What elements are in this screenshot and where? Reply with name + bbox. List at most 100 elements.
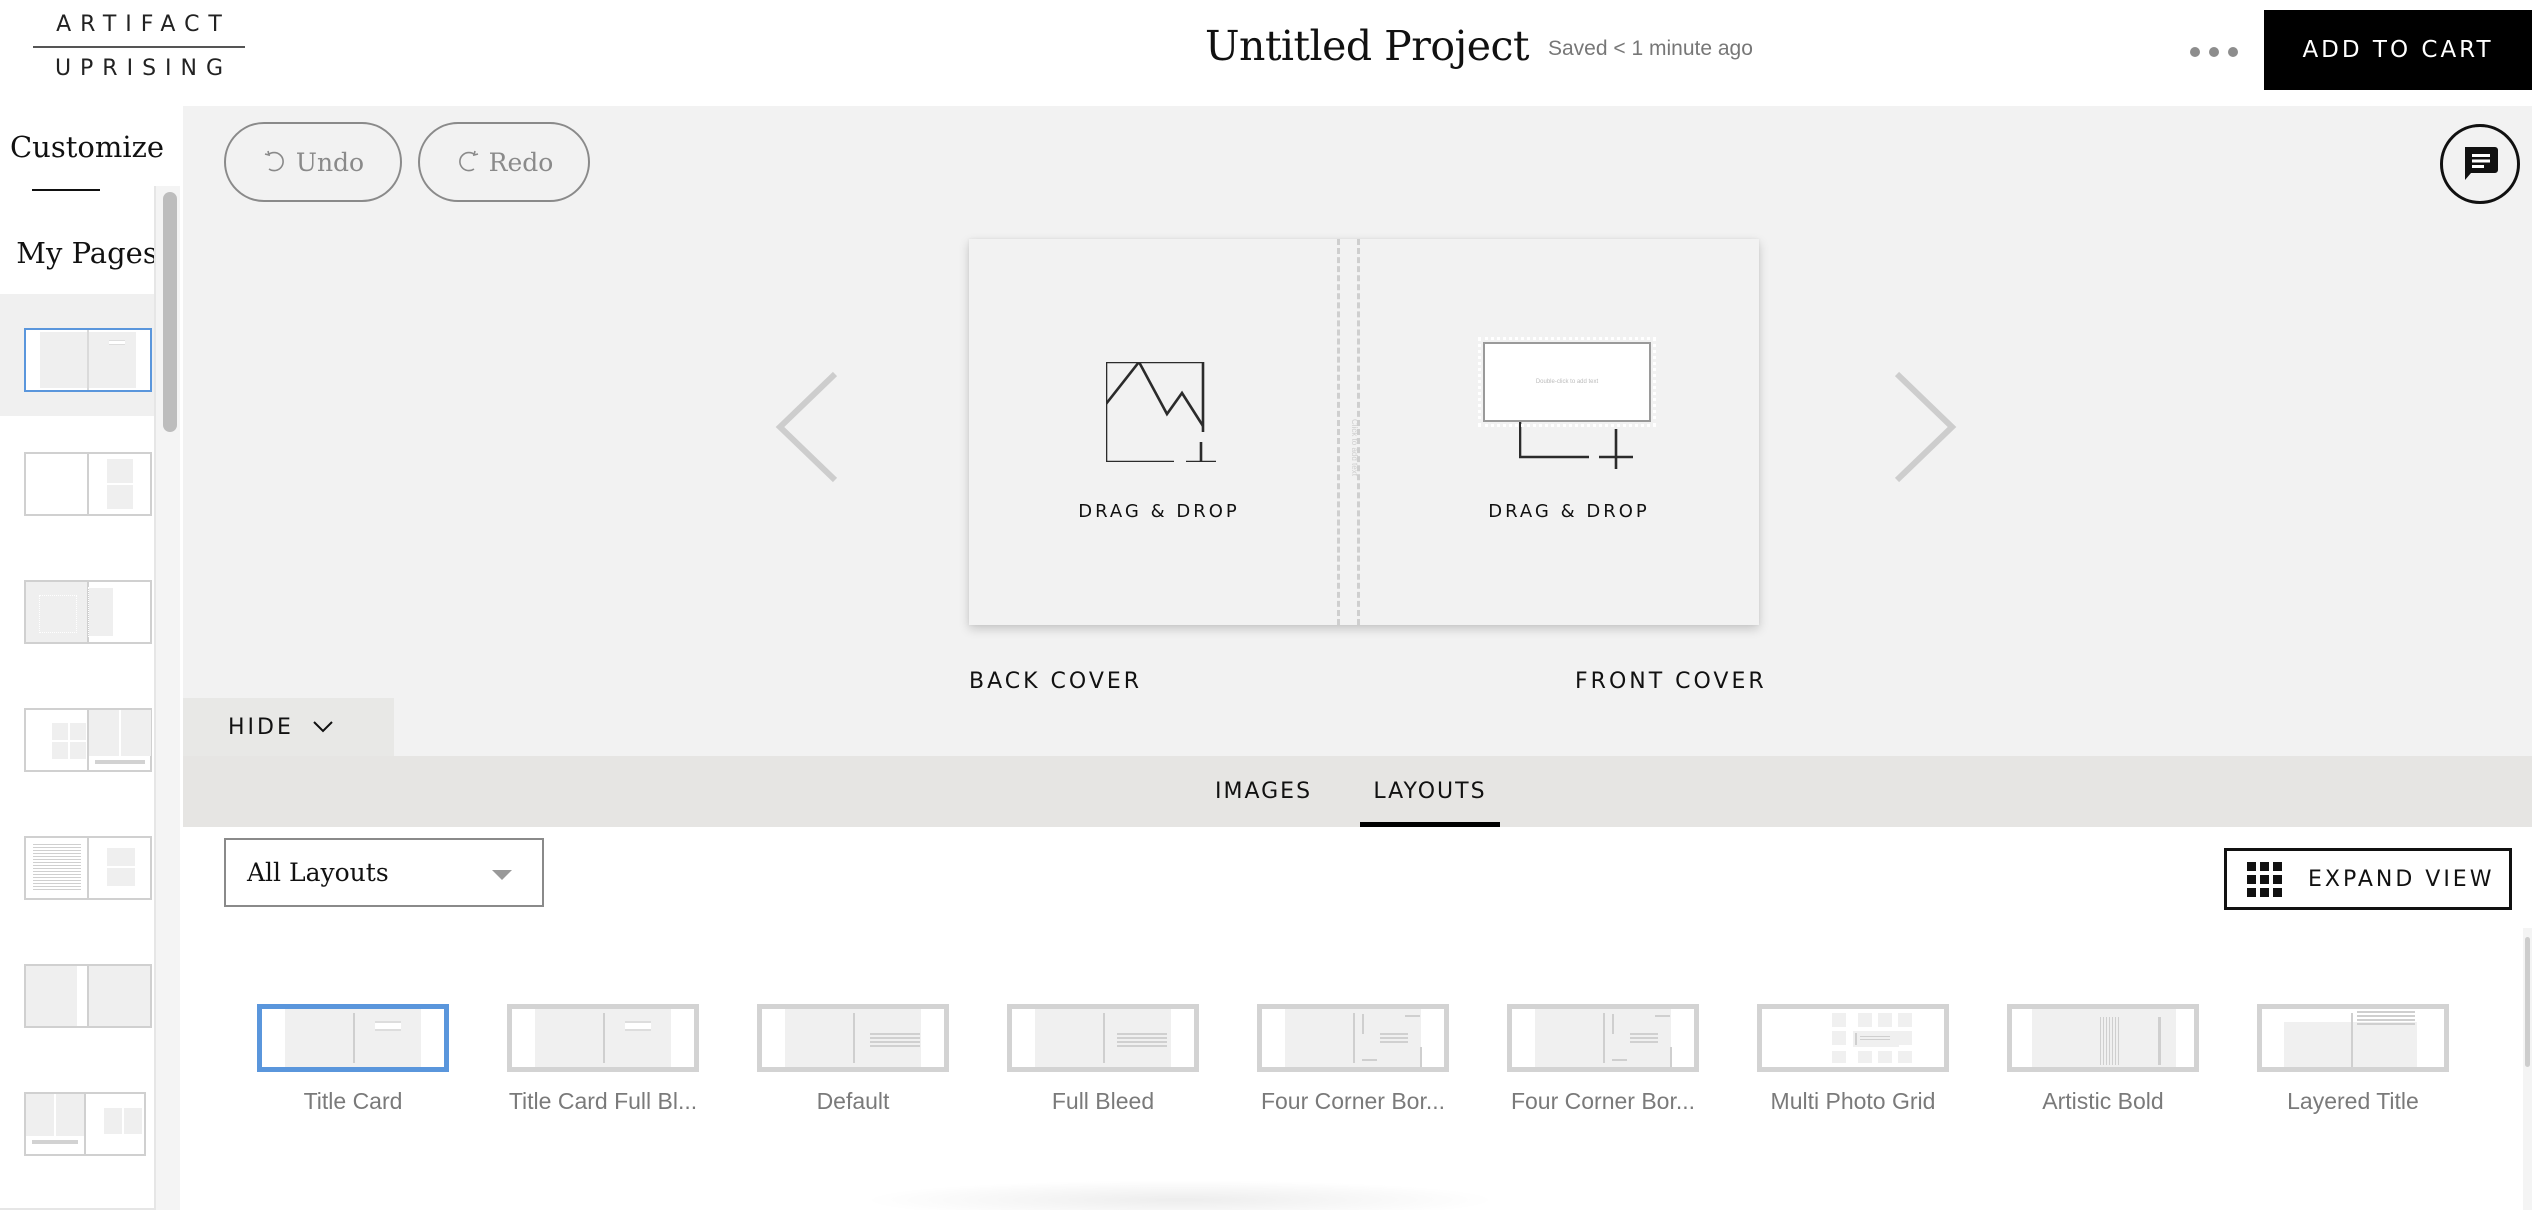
fold-line <box>603 1013 605 1063</box>
page-thumbnail <box>24 328 152 392</box>
photo-placeholder <box>123 1107 143 1135</box>
layout-name: Default <box>816 1088 890 1114</box>
corner-mark <box>1612 1059 1627 1061</box>
corner-mark <box>1362 1014 1364 1034</box>
text-column-placeholder <box>2100 1017 2120 1065</box>
dot <box>2209 47 2219 57</box>
redo-label: Redo <box>488 147 554 177</box>
fold-line <box>1103 1013 1105 1063</box>
left-page <box>26 330 87 390</box>
caret-down-icon <box>492 870 512 880</box>
undo-label: Undo <box>295 147 365 177</box>
asset-tabs: IMAGES LAYOUTS <box>183 756 2532 827</box>
back-cover-drop-zone[interactable]: DRAG & DROP <box>969 239 1349 625</box>
layout-filter-dropdown[interactable]: All Layouts <box>224 838 544 907</box>
brand-logo[interactable]: ARTIFACT UPRISING <box>33 12 245 82</box>
layout-option[interactable]: Default <box>743 1004 963 1115</box>
layout-option[interactable]: Layered Title <box>2243 1004 2463 1115</box>
page-thumbnail-item[interactable] <box>0 934 154 1056</box>
page-thumbnail-item[interactable] <box>0 1062 154 1184</box>
front-cover-drop-label: DRAG & DROP <box>1488 501 1650 522</box>
photo-placeholder <box>106 847 136 867</box>
page-thumbnail <box>24 708 152 772</box>
undo-button[interactable]: Undo <box>224 122 402 202</box>
page-thumbnail <box>24 964 152 1028</box>
customize-tab[interactable]: Customize <box>0 130 174 164</box>
right-page <box>87 710 151 770</box>
project-title[interactable]: Untitled Project <box>1205 22 1529 70</box>
fold-line <box>853 1013 855 1063</box>
layout-thumbnail <box>1257 1004 1449 1072</box>
page-thumbnail-item[interactable] <box>0 422 154 544</box>
layout-option[interactable]: Title Card <box>243 1004 463 1115</box>
photo-placeholder <box>70 723 86 740</box>
layout-name: Layered Title <box>2287 1088 2419 1114</box>
dot <box>2228 47 2238 57</box>
layout-thumbnail <box>507 1004 699 1072</box>
tab-layouts[interactable]: LAYOUTS <box>1360 756 1500 827</box>
photo-placeholder <box>26 1094 54 1136</box>
spine-text-placeholder[interactable]: Click to add text <box>1350 419 1359 476</box>
layouts-panel: All Layouts EXPAND VIEW Title Card Title… <box>183 827 2532 1210</box>
title-text-box[interactable]: Double-click to add text <box>1478 337 1656 427</box>
photo-placeholder <box>56 1094 84 1136</box>
photo-placeholder <box>52 742 68 759</box>
front-cover-drop-zone[interactable]: DRAG & DROP <box>1379 239 1759 625</box>
page-thumbnail-item[interactable] <box>0 806 154 928</box>
layout-name: Four Corner Bor... <box>1260 1088 1446 1114</box>
fold-line <box>353 1013 355 1063</box>
my-pages-heading: My Pages <box>16 236 156 270</box>
text-placeholder <box>1630 1033 1658 1043</box>
left-page <box>26 582 87 642</box>
corner-mark <box>1420 1047 1422 1067</box>
photo-placeholder <box>2353 1022 2417 1067</box>
page-thumbnail-item[interactable] <box>0 678 154 800</box>
page-thumbnail-item[interactable] <box>0 294 154 416</box>
redo-button[interactable]: Redo <box>418 122 590 202</box>
photo-placeholder <box>106 867 136 887</box>
chat-button[interactable] <box>2440 124 2520 204</box>
left-page <box>26 710 87 770</box>
layout-name: Title Card Full Bl... <box>508 1088 698 1114</box>
pages-scrollbar-thumb[interactable] <box>163 192 177 432</box>
chevron-left-icon <box>775 371 838 483</box>
saved-status: Saved < 1 minute ago <box>1548 37 1753 60</box>
redo-icon <box>458 150 478 172</box>
title-placeholder <box>2357 1011 2415 1025</box>
corner-mark <box>1655 1015 1670 1017</box>
text-placeholder <box>1380 1033 1408 1043</box>
layout-thumbnail <box>1507 1004 1699 1072</box>
layout-option[interactable]: Artistic Bold <box>1993 1004 2213 1115</box>
add-to-cart-button[interactable]: ADD TO CART <box>2264 10 2532 90</box>
layouts-scrollbar-thumb[interactable] <box>2525 937 2530 1067</box>
tab-images[interactable]: IMAGES <box>1215 756 1312 827</box>
expand-view-button[interactable]: EXPAND VIEW <box>2224 848 2512 910</box>
previous-page-arrow[interactable] <box>775 371 841 483</box>
more-options-icon[interactable] <box>2190 40 2246 64</box>
layout-option[interactable]: Full Bleed <box>993 1004 1213 1115</box>
fold-line <box>1603 1013 1605 1063</box>
left-page <box>26 1094 84 1154</box>
photo-placeholder <box>103 1107 123 1135</box>
undo-icon <box>264 150 284 172</box>
photo-placeholder <box>70 742 86 759</box>
page-thumbnail <box>24 1092 146 1156</box>
hide-panel-toggle[interactable]: HIDE <box>183 698 394 756</box>
left-page <box>26 966 87 1026</box>
cover-spread: DRAG & DROP Click to add text DRAG & DRO… <box>969 239 1759 625</box>
layout-name: Multi Photo Grid <box>1770 1088 1936 1114</box>
page-thumbnail-item[interactable] <box>0 550 154 672</box>
caption-placeholder <box>95 760 145 764</box>
photo-placeholder <box>88 587 114 637</box>
photo-placeholder <box>121 710 151 756</box>
photo-placeholder <box>39 595 77 633</box>
next-page-arrow[interactable] <box>1891 371 1957 483</box>
right-page <box>87 582 150 642</box>
rule-line <box>2158 1017 2161 1065</box>
layout-option[interactable]: Multi Photo Grid <box>1743 1004 1963 1115</box>
layout-name: Title Card <box>303 1088 403 1114</box>
layout-option[interactable]: Title Card Full Bl... <box>493 1004 713 1115</box>
layout-option[interactable]: Four Corner Bor... <box>1493 1004 1713 1115</box>
fold-line <box>1855 1033 1857 1045</box>
layout-option[interactable]: Four Corner Bor... <box>1243 1004 1463 1115</box>
